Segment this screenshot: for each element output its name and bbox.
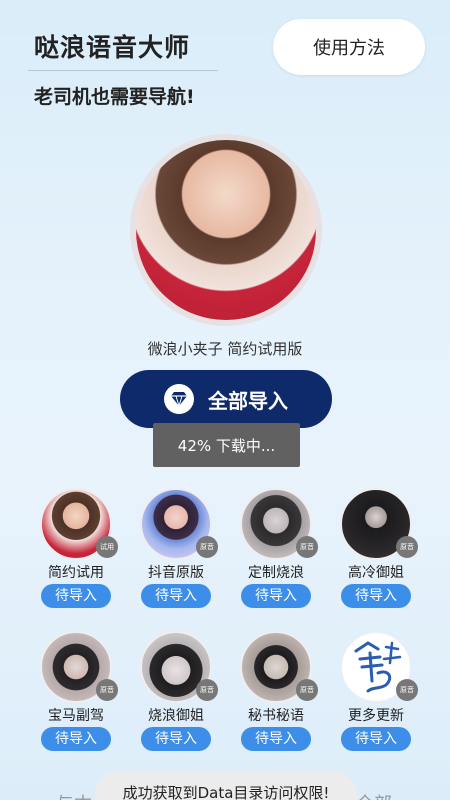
voice-import-button[interactable]: 待导入 [341,584,411,608]
hero-avatar [130,134,322,326]
voice-label: 简约试用 [48,565,104,581]
voice-label: 抖音原版 [148,565,204,581]
download-progress-toast: 42% 下载中... [153,423,300,467]
help-button[interactable]: 使用方法 [273,19,425,75]
app-title: 哒浪语音大师 [34,33,191,62]
voice-badge: 试用 [96,536,118,558]
voice-label: 秘书秘语 [248,708,304,724]
voice-badge: 原音 [296,536,318,558]
voice-badge: 原音 [96,679,118,701]
voice-import-button[interactable]: 待导入 [141,584,211,608]
voice-import-button[interactable]: 待导入 [341,727,411,751]
diamond-icon [164,384,194,414]
voice-card-secretary[interactable]: 原音 秘书秘语 待导入 [238,631,318,751]
voice-label: 定制烧浪 [248,565,304,581]
voice-card-cool-lady[interactable]: 原音 高冷御姐 待导入 [338,488,418,608]
voice-badge: 原音 [396,679,418,701]
permission-toast: 成功获取到Data目录访问权限! [95,771,357,800]
bottom-link-right[interactable]: 全部 [356,790,392,800]
import-all-label: 全部导入 [208,388,288,413]
voice-card-bmw-copilot[interactable]: 原音 宝马副驾 待导入 [38,631,118,751]
voice-card-custom[interactable]: 原音 定制烧浪 待导入 [238,488,318,608]
voice-card-simple-trial[interactable]: 试用 简约试用 待导入 [38,488,118,608]
title-divider [28,70,218,71]
voice-badge: 原音 [196,679,218,701]
import-all-button[interactable]: 全部导入 [120,370,332,428]
voice-badge: 原音 [196,536,218,558]
voice-import-button[interactable]: 待导入 [241,727,311,751]
hero-avatar-image [136,140,316,320]
voice-badge: 原音 [396,536,418,558]
voice-import-button[interactable]: 待导入 [241,584,311,608]
voice-label: 高冷御姐 [348,565,404,581]
voice-label: 宝马副驾 [48,708,104,724]
bottom-link-left[interactable]: 与本 [56,790,92,800]
voice-label: 更多更新 [348,708,404,724]
app-subtitle: 老司机也需要导航! [34,86,195,108]
voice-label: 烧浪御姐 [148,708,204,724]
voice-badge: 原音 [296,679,318,701]
voice-card-flirty-lady[interactable]: 原音 烧浪御姐 待导入 [138,631,218,751]
voice-card-more-updates[interactable]: 原音 更多更新 待导入 [338,631,418,751]
voice-import-button[interactable]: 待导入 [41,584,111,608]
current-voice-name: 微浪小夹子 简约试用版 [147,340,303,358]
voice-import-button[interactable]: 待导入 [141,727,211,751]
voice-import-button[interactable]: 待导入 [41,727,111,751]
voice-card-douyin-original[interactable]: 原音 抖音原版 待导入 [138,488,218,608]
